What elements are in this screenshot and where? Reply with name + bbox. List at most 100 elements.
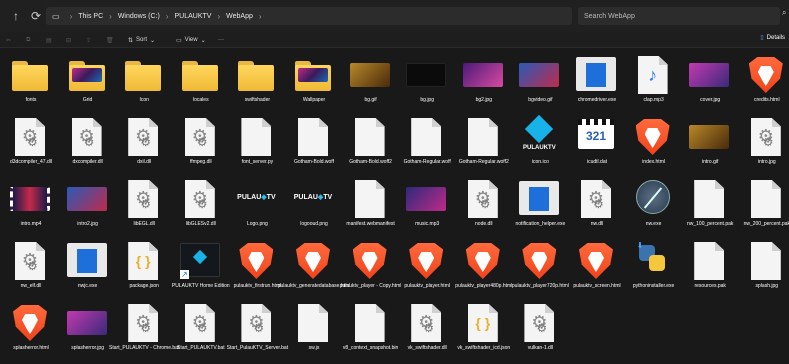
file-item[interactable]: ♪ clap.mp3 (619, 50, 679, 112)
file-item[interactable]: ⚙ ⚙ vulkan-1.dll (505, 298, 565, 360)
gear-file-icon: ⚙ ⚙ (123, 179, 165, 219)
breadcrumb-item[interactable]: WebApp (226, 13, 253, 20)
file-item[interactable]: Grid (53, 50, 113, 112)
image-dark-icon (406, 55, 448, 95)
file-item[interactable]: manifest.webmanifest (336, 174, 396, 236)
logo-thumb-icon: PULAU◆TV (293, 194, 333, 201)
file-item[interactable]: ⚙ ⚙ nw.dll (562, 174, 622, 236)
brave-icon (463, 241, 505, 281)
file-item[interactable]: 321 icudtl.dat (562, 112, 622, 174)
chevron-down-icon: ⌄ (200, 37, 206, 44)
file-item[interactable]: { } vk_swiftshader_icd.json (449, 298, 510, 360)
file-item[interactable]: ⚙ ⚙ d3dcompiler_47.dll (0, 112, 56, 174)
gear-file-icon: ⚙ ⚙ (123, 303, 165, 343)
file-item[interactable]: PULAU◆TV Logo.png (222, 174, 282, 236)
breadcrumb-item[interactable]: This PC (78, 13, 103, 20)
file-item[interactable]: nw_200_percent.pak (732, 174, 789, 236)
rename-icon[interactable]: ⊟ (66, 34, 71, 46)
file-item[interactable]: PULAUKTV icon.ico (505, 112, 565, 174)
address-bar-row: ↑ ⟳ ▭ › This PC › Windows (C:) › PULAUKT… (0, 0, 789, 32)
paste-icon[interactable]: ▤ (46, 34, 52, 46)
folder-image-icon (67, 55, 109, 95)
search-input[interactable]: Search WebApp (578, 7, 780, 25)
blank-file-icon (746, 241, 788, 281)
file-item[interactable]: ⚙ ⚙ libGLESv2.dll (166, 174, 226, 236)
kodi-icon: PULAUKTV (519, 114, 561, 157)
file-item[interactable]: ⚙ ⚙ dxil.dll (109, 112, 169, 174)
sort-button[interactable]: ⇅ Sort ⌄ (128, 34, 155, 46)
chevron-right-icon: › (109, 11, 112, 21)
file-item[interactable]: ⚙ ⚙ Start_PulauKTV_Server.bat (222, 298, 288, 360)
details-button[interactable]: ▯ Details (760, 34, 785, 42)
brave-icon (519, 241, 561, 281)
file-item[interactable]: resources.pak (675, 236, 735, 298)
file-item[interactable]: Gotham-Regular.woff2 (449, 112, 509, 174)
file-item[interactable]: intro.gif (675, 112, 735, 174)
file-item[interactable]: fonts (0, 50, 56, 112)
chevron-right-icon: › (165, 11, 169, 21)
blank-file-icon (350, 117, 392, 157)
file-item[interactable]: ⚙ ⚙ dxcompiler.dll (53, 112, 113, 174)
compass-icon (633, 179, 675, 219)
breadcrumb-item[interactable]: Windows (C:) (118, 13, 160, 20)
file-item[interactable]: bgvideo.gif (505, 50, 565, 112)
file-item[interactable]: font_server.py (222, 112, 282, 174)
file-item[interactable]: ⬇ pythoninstaller.exe (619, 236, 679, 298)
image-thumb-icon (519, 55, 561, 95)
brave-icon (406, 241, 448, 281)
file-item[interactable]: nwjc.exe (53, 236, 113, 298)
file-name: credits.html (754, 97, 780, 103)
file-item[interactable]: swiftshader (222, 50, 282, 112)
file-item[interactable]: ⚙ ⚙ ffmpeg.dll (166, 112, 226, 174)
file-item[interactable]: bg2.jpg (449, 50, 509, 112)
python-icon: ⬇ (633, 241, 675, 281)
file-item[interactable]: ⚙ ⚙ libEGL.dll (109, 174, 169, 236)
file-item[interactable]: locales (166, 50, 226, 112)
blank-file-icon (689, 179, 731, 219)
brave-icon (576, 241, 618, 281)
file-item[interactable]: intro.mp4 (0, 174, 56, 236)
file-item[interactable]: splasherror.html (0, 298, 56, 360)
search-icon[interactable]: ⌕ (782, 8, 786, 18)
address-bar[interactable]: ▭ › This PC › Windows (C:) › PULAUKTV › … (46, 7, 572, 25)
file-item[interactable]: cover.jpg (675, 50, 735, 112)
gear-file-icon: ⚙ ⚙ (180, 179, 222, 219)
view-button[interactable]: ▭ View ⌄ (176, 34, 206, 46)
exe-window-icon (519, 179, 561, 219)
file-item[interactable]: index.html (619, 112, 679, 174)
file-explorer-window: ↑ ⟳ ▭ › This PC › Windows (C:) › PULAUKT… (0, 0, 789, 364)
file-item[interactable]: music.mp3 (392, 174, 452, 236)
more-options-button[interactable]: ··· (218, 34, 224, 46)
refresh-icon[interactable]: ⟳ (26, 6, 46, 26)
json-file-icon: { } (463, 303, 505, 343)
file-item[interactable]: ⚙ ⚙ intro.jpg (732, 112, 789, 174)
up-arrow-icon[interactable]: ↑ (6, 6, 26, 26)
view-icon: ▭ (176, 37, 182, 44)
chevron-right-icon: › (258, 11, 262, 21)
brave-icon (293, 241, 335, 281)
share-icon[interactable]: ⇪ (86, 34, 91, 46)
file-item[interactable]: chromedriver.exe (562, 50, 622, 112)
file-item[interactable]: bg.gif (336, 50, 396, 112)
file-item[interactable]: Icon (109, 50, 169, 112)
file-item[interactable]: Wallpaper (279, 50, 339, 112)
brave-icon (236, 241, 278, 281)
file-item[interactable]: credits.html (732, 50, 789, 112)
gear-file-icon: ⚙ ⚙ (463, 179, 505, 219)
command-bar: ✂ ⧉ ▤ ⊟ ⇪ 🗑 ⇅ Sort ⌄ ▭ View ⌄ ··· ▯ Deta… (0, 32, 789, 48)
gear-file-icon: ⚙ ⚙ (180, 117, 222, 157)
delete-icon[interactable]: 🗑 (106, 34, 114, 46)
cut-icon[interactable]: ✂ (6, 34, 11, 46)
file-item[interactable]: splash.jpg (732, 236, 789, 298)
file-item[interactable]: notification_helper.exe (505, 174, 565, 236)
file-item[interactable]: bg.jpg (392, 50, 452, 112)
blank-file-icon (350, 303, 392, 343)
breadcrumb-item[interactable]: PULAUKTV (175, 13, 212, 20)
copy-icon[interactable]: ⧉ (26, 34, 30, 46)
blank-file-icon (463, 117, 505, 157)
gear-file-icon: ⚙ ⚙ (10, 117, 52, 157)
file-item[interactable]: ⚙ ⚙ nw_elf.dll (0, 236, 56, 298)
file-item[interactable]: intro2.jpg (53, 174, 113, 236)
music-note-icon: ♪ (633, 55, 675, 95)
gear-file-icon: ⚙ ⚙ (406, 303, 448, 343)
